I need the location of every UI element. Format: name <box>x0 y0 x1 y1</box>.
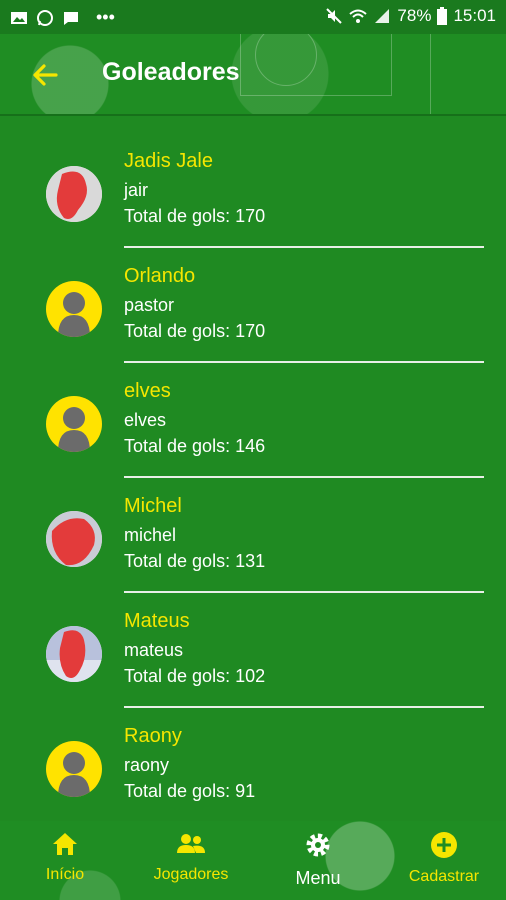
nav-menu[interactable]: Menu <box>290 831 346 889</box>
player-username: pastor <box>124 295 175 315</box>
nav-cadastrar[interactable]: Cadastrar <box>404 831 484 886</box>
scorers-list[interactable]: Jadis Jale jair Total de gols: 170 Orlan… <box>0 116 506 821</box>
divider <box>124 591 484 593</box>
player-username: raony <box>124 755 170 775</box>
player-name: Mateus <box>124 610 190 632</box>
divider <box>124 476 484 478</box>
nav-inicio-label: Início <box>45 866 85 883</box>
clock: 15:01 <box>453 6 496 25</box>
wifi-icon <box>349 9 368 23</box>
avatar <box>46 511 102 567</box>
nav-menu-label: Menu <box>295 868 341 888</box>
avatar <box>46 626 102 682</box>
battery-percent: 78% <box>397 6 432 25</box>
player-goals: Total de gols: 131 <box>124 551 266 571</box>
gallery-icon <box>11 11 27 24</box>
divider <box>124 246 484 248</box>
status-bar: ••• 78% 15:01 <box>0 0 506 34</box>
app-bar: Goleadores <box>0 34 506 116</box>
signal-icon <box>375 9 390 23</box>
default-avatar-icon <box>58 407 90 452</box>
player-name: elves <box>124 380 171 402</box>
player-name: Raony <box>124 725 182 747</box>
avatar <box>46 396 102 452</box>
message-icon <box>64 11 78 25</box>
nav-jogadores-label: Jogadores <box>153 866 229 883</box>
whatsapp-icon <box>37 9 53 26</box>
avatar <box>46 741 102 797</box>
battery-icon <box>437 7 448 25</box>
gear-icon <box>306 833 330 857</box>
bottom-navigation: Início Jogadores Menu Cadastrar <box>0 821 506 900</box>
list-item[interactable]: Jadis Jale jair Total de gols: 170 <box>0 146 506 261</box>
player-goals: Total de gols: 102 <box>124 666 266 686</box>
player-photo-icon <box>46 166 102 222</box>
divider <box>124 361 484 363</box>
player-photo-icon <box>46 626 102 682</box>
default-avatar-icon <box>58 752 90 797</box>
avatar <box>46 166 102 222</box>
list-item[interactable]: Mateus mateus Total de gols: 102 <box>0 606 506 721</box>
more-notifications-icon: ••• <box>96 7 115 27</box>
back-arrow-icon[interactable] <box>30 60 60 90</box>
player-name: Orlando <box>124 265 196 287</box>
default-avatar-icon <box>58 292 90 337</box>
list-item[interactable]: elves elves Total de gols: 146 <box>0 376 506 491</box>
player-goals: Total de gols: 170 <box>124 206 266 226</box>
mute-icon <box>326 8 343 24</box>
player-photo-icon <box>46 511 102 567</box>
page-title: Goleadores <box>102 58 240 86</box>
player-username: elves <box>124 410 167 430</box>
nav-cadastrar-label: Cadastrar <box>408 868 480 885</box>
player-name: Michel <box>124 495 182 517</box>
nav-jogadores[interactable]: Jogadores <box>146 831 236 884</box>
group-icon <box>177 834 205 853</box>
list-item[interactable]: Orlando pastor Total de gols: 170 <box>0 261 506 376</box>
player-username: mateus <box>124 640 184 660</box>
field-box-decoration <box>430 34 506 114</box>
player-username: michel <box>124 525 177 545</box>
nav-inicio[interactable]: Início <box>40 831 90 884</box>
player-name: Jadis Jale <box>124 150 213 172</box>
divider <box>124 706 484 708</box>
player-goals: Total de gols: 91 <box>124 781 256 801</box>
list-item[interactable]: Raony raony Total de gols: 91 <box>0 721 506 836</box>
player-username: jair <box>124 180 149 200</box>
home-icon <box>53 833 77 855</box>
player-goals: Total de gols: 146 <box>124 436 266 456</box>
avatar <box>46 281 102 337</box>
add-circle-icon <box>431 832 457 858</box>
list-item[interactable]: Michel michel Total de gols: 131 <box>0 491 506 606</box>
player-goals: Total de gols: 170 <box>124 321 266 341</box>
